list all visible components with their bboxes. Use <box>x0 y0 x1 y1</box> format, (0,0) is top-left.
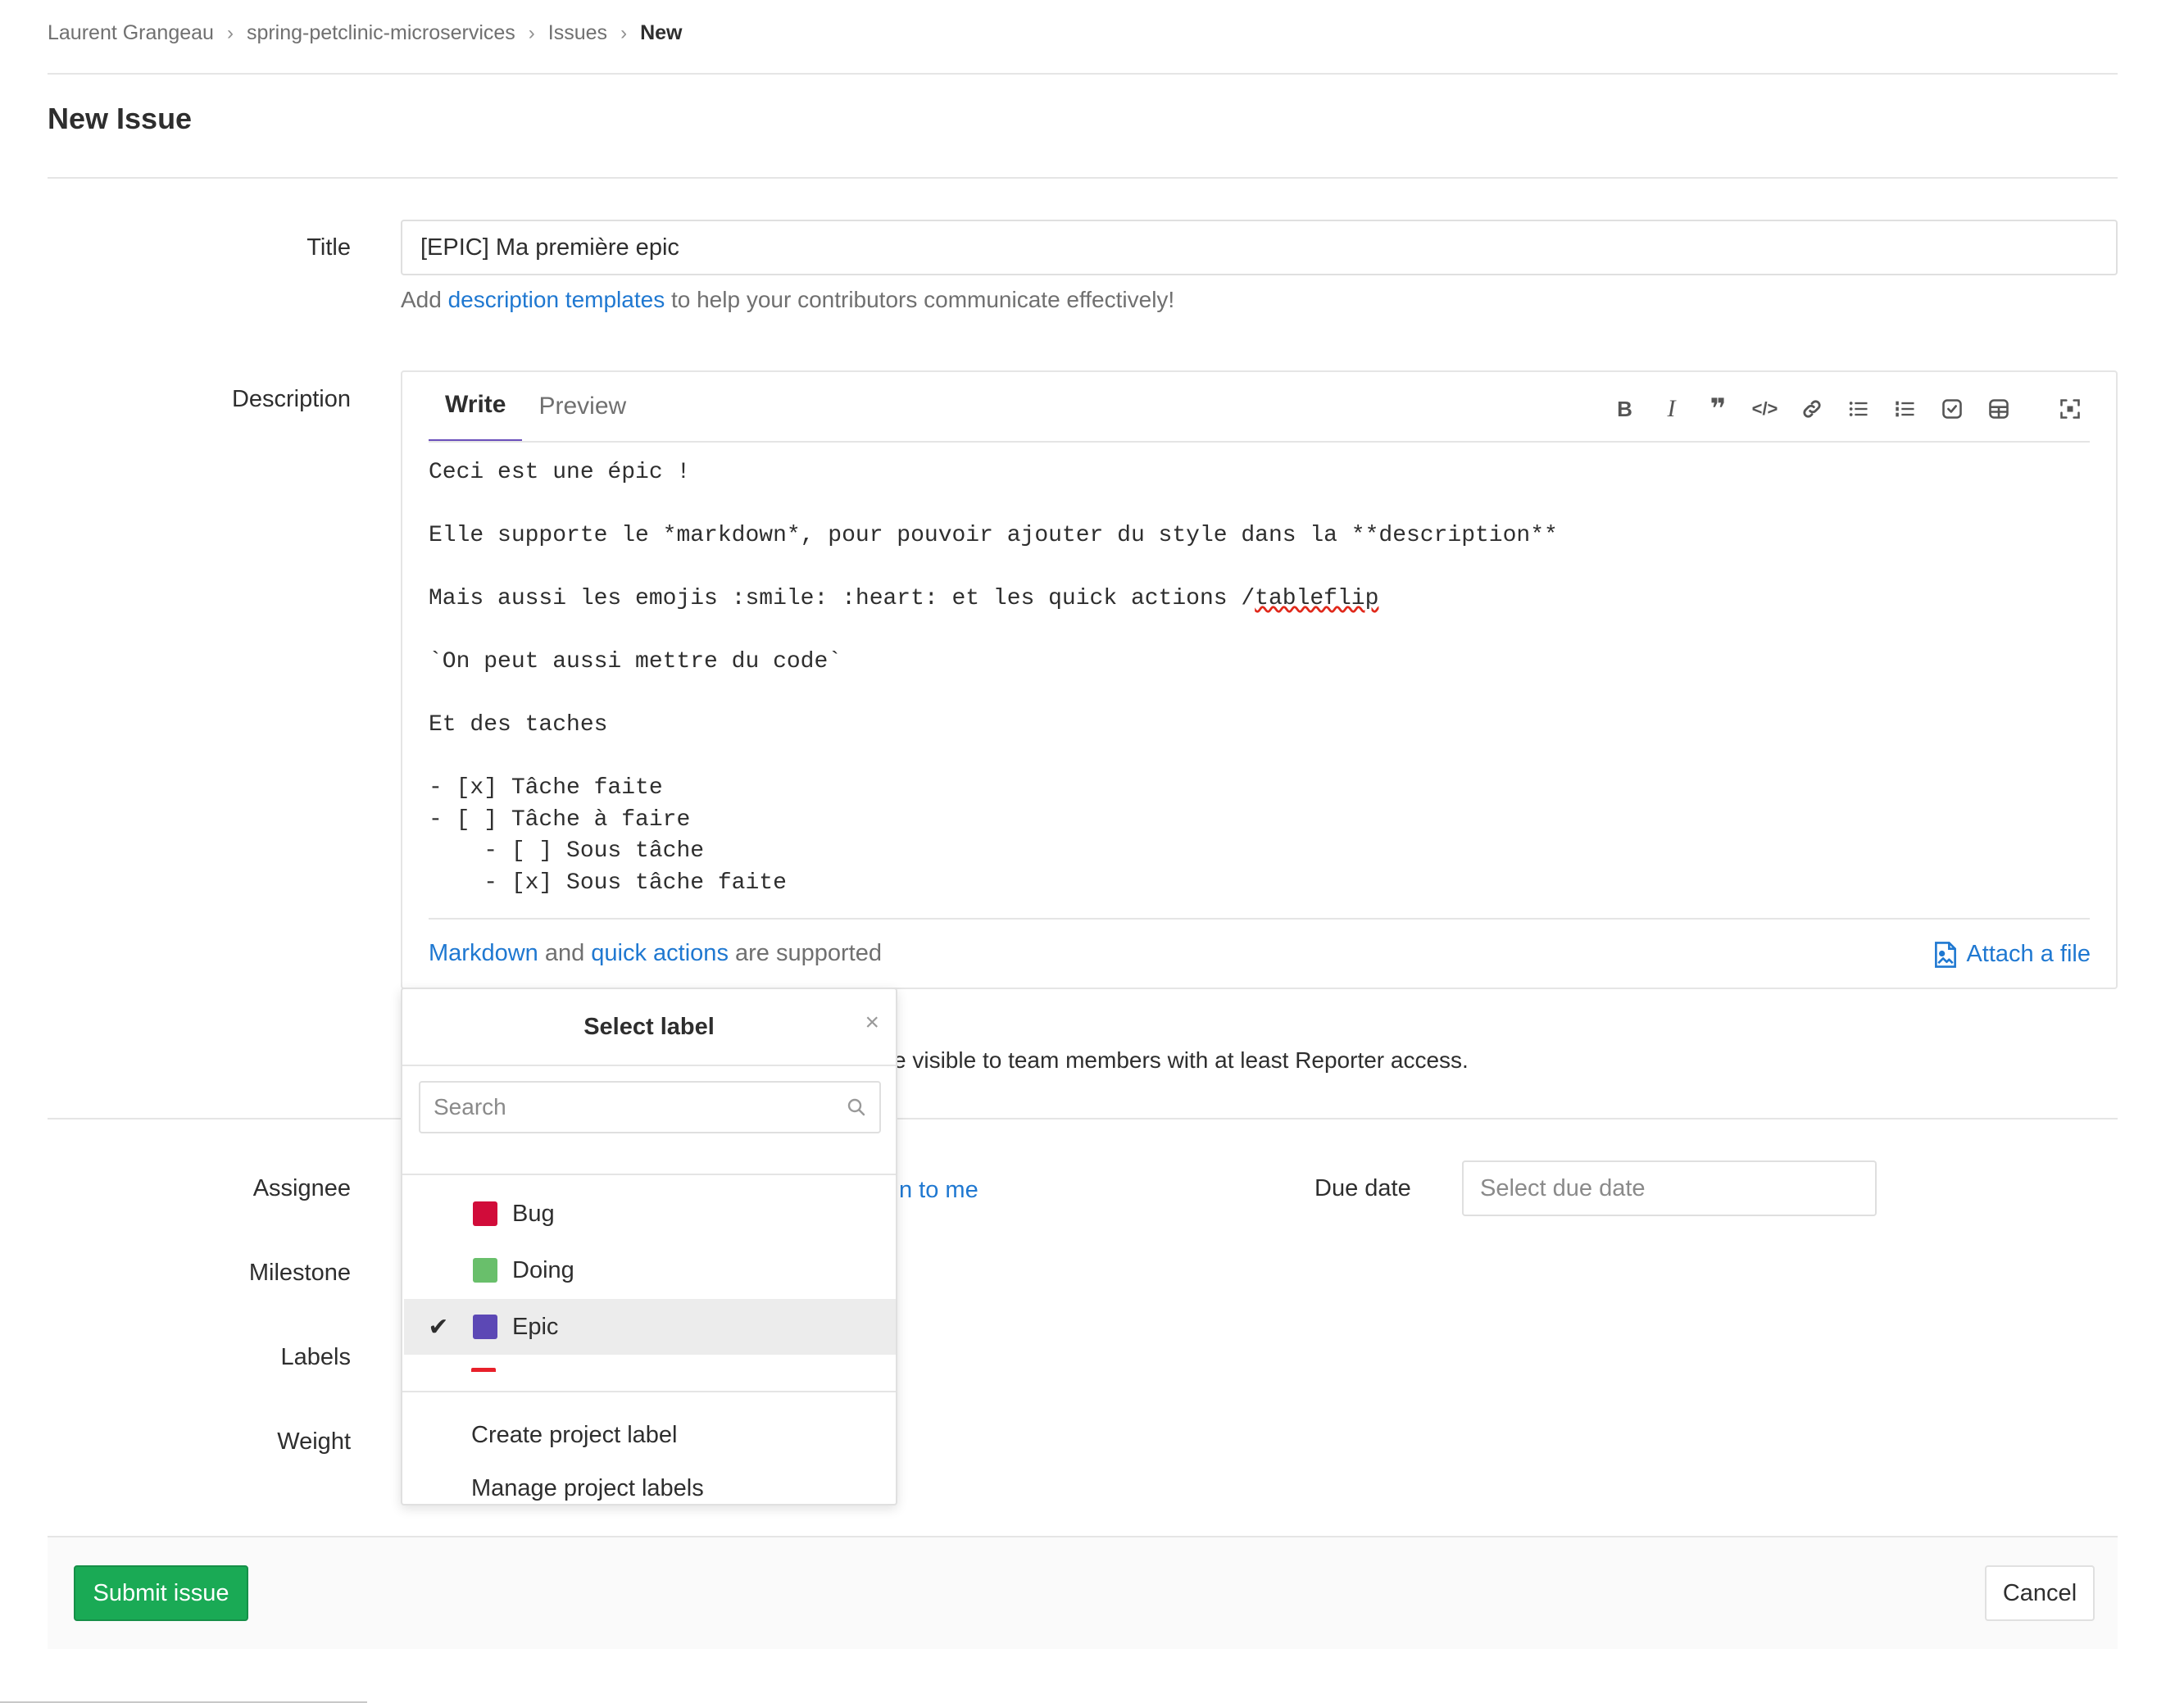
description-line: Mais aussi les emojis :smile: :heart: et… <box>429 586 1379 611</box>
description-line: - [x] Tâche faite <box>429 775 663 801</box>
divider <box>429 441 2090 443</box>
label-dropdown: Select label × Search Bug Doing ✔ Epic C… <box>401 988 897 1505</box>
markdown-link[interactable]: Markdown <box>429 940 538 966</box>
label-option-bug[interactable]: Bug <box>404 1186 896 1242</box>
label-option-name: Bug <box>512 1200 555 1227</box>
bold-icon[interactable]: B <box>1601 390 1648 428</box>
breadcrumb-item-new[interactable]: New <box>640 21 682 45</box>
breadcrumb-item-project[interactable]: spring-petclinic-microservices <box>247 21 515 45</box>
chevron-right-icon: › <box>226 21 234 44</box>
chevron-right-icon: › <box>528 21 535 44</box>
confidential-note: e visible to team members with at least … <box>893 1047 1469 1073</box>
due-date-label: Due date <box>1314 1175 1411 1201</box>
breadcrumb: Laurent Grangeau › spring-petclinic-micr… <box>48 21 682 45</box>
tab-write[interactable]: Write <box>429 370 523 443</box>
divider <box>402 1174 896 1175</box>
labels-label: Labels <box>280 1344 351 1370</box>
submit-issue-button[interactable]: Submit issue <box>74 1565 248 1621</box>
label-option-epic[interactable]: ✔ Epic <box>404 1299 896 1355</box>
and-text: and <box>544 940 585 966</box>
code-icon[interactable]: </> <box>1741 390 1788 428</box>
description-textarea[interactable]: Ceci est une épic ! Elle supporte le *mar… <box>429 457 2090 899</box>
divider <box>402 1065 896 1066</box>
title-label: Title <box>306 234 351 261</box>
numbered-list-icon[interactable] <box>1882 390 1928 428</box>
image-file-icon <box>1935 941 1957 968</box>
divider <box>48 73 2118 75</box>
description-label: Description <box>231 386 351 412</box>
assignee-label: Assignee <box>252 1175 351 1201</box>
breadcrumb-item-issues[interactable]: Issues <box>548 21 607 45</box>
label-search-input[interactable]: Search <box>419 1081 881 1133</box>
close-icon[interactable]: × <box>865 1009 879 1037</box>
tab-preview[interactable]: Preview <box>522 370 642 443</box>
divider <box>48 1118 2118 1119</box>
table-icon[interactable] <box>1975 390 2022 428</box>
create-project-label-link[interactable]: Create project label <box>471 1422 677 1449</box>
chevron-right-icon: › <box>620 21 628 44</box>
title-input-value: [EPIC] Ma première epic <box>420 234 679 261</box>
help-suffix: to help your contributors communicate ef… <box>670 287 1175 312</box>
search-icon <box>847 1098 865 1116</box>
manage-project-labels-link[interactable]: Manage project labels <box>471 1475 704 1502</box>
weight-label: Weight <box>277 1428 351 1455</box>
description-template-help: Add description templates to help your c… <box>401 287 1174 313</box>
assign-to-me-link[interactable]: n to me <box>899 1177 978 1204</box>
divider <box>48 177 2118 179</box>
description-line: - [ ] Sous tâche <box>429 838 705 864</box>
milestone-label: Milestone <box>248 1260 351 1286</box>
attach-file-button[interactable]: Attach a file <box>1933 941 2091 968</box>
supported-text: are supported <box>735 940 882 966</box>
fullscreen-icon[interactable] <box>2046 390 2093 428</box>
dropdown-title: Select label <box>583 1014 715 1040</box>
divider <box>402 1391 896 1392</box>
label-option-doing[interactable]: Doing <box>404 1242 896 1298</box>
label-color-swatch <box>471 1368 496 1372</box>
description-templates-link[interactable]: description templates <box>448 287 665 312</box>
link-icon[interactable] <box>1788 390 1835 428</box>
editor-tabs: Write Preview <box>429 370 642 443</box>
attach-file-label: Attach a file <box>1966 941 2091 967</box>
label-color-swatch <box>473 1201 497 1226</box>
due-date-input[interactable]: Select due date <box>1462 1160 1877 1216</box>
markdown-toolbar: B I ❞ </> <box>1601 390 2093 428</box>
description-line: Ceci est une épic ! <box>429 460 691 485</box>
task-list-icon[interactable] <box>1928 390 1975 428</box>
description-line: - [x] Sous tâche faite <box>429 870 787 896</box>
markdown-support-note: Markdown and quick actions are supported <box>429 940 882 967</box>
page-title: New Issue <box>48 102 193 135</box>
checkmark-icon: ✔ <box>428 1313 449 1341</box>
label-color-swatch <box>473 1315 497 1339</box>
label-option-name: Doing <box>512 1256 574 1283</box>
help-prefix: Add <box>401 287 442 312</box>
divider <box>429 918 2090 920</box>
quick-actions-link[interactable]: quick actions <box>591 940 729 966</box>
italic-icon[interactable]: I <box>1648 390 1695 428</box>
search-placeholder: Search <box>434 1094 506 1119</box>
title-input[interactable]: [EPIC] Ma première epic <box>401 220 2118 275</box>
description-line: `On peut aussi mettre du code` <box>429 649 842 674</box>
label-color-swatch <box>473 1258 497 1283</box>
quote-icon[interactable]: ❞ <box>1695 390 1741 428</box>
cancel-button[interactable]: Cancel <box>1985 1565 2095 1621</box>
description-line: Et des taches <box>429 712 608 738</box>
form-actions <box>48 1536 2118 1649</box>
description-line: - [ ] Tâche à faire <box>429 806 691 833</box>
label-option-name: Epic <box>512 1313 559 1340</box>
due-date-placeholder: Select due date <box>1480 1174 1646 1201</box>
description-line: Elle supporte le *markdown*, pour pouvoi… <box>429 523 1558 548</box>
breadcrumb-item-user[interactable]: Laurent Grangeau <box>48 21 214 45</box>
bullet-list-icon[interactable] <box>1835 390 1882 428</box>
